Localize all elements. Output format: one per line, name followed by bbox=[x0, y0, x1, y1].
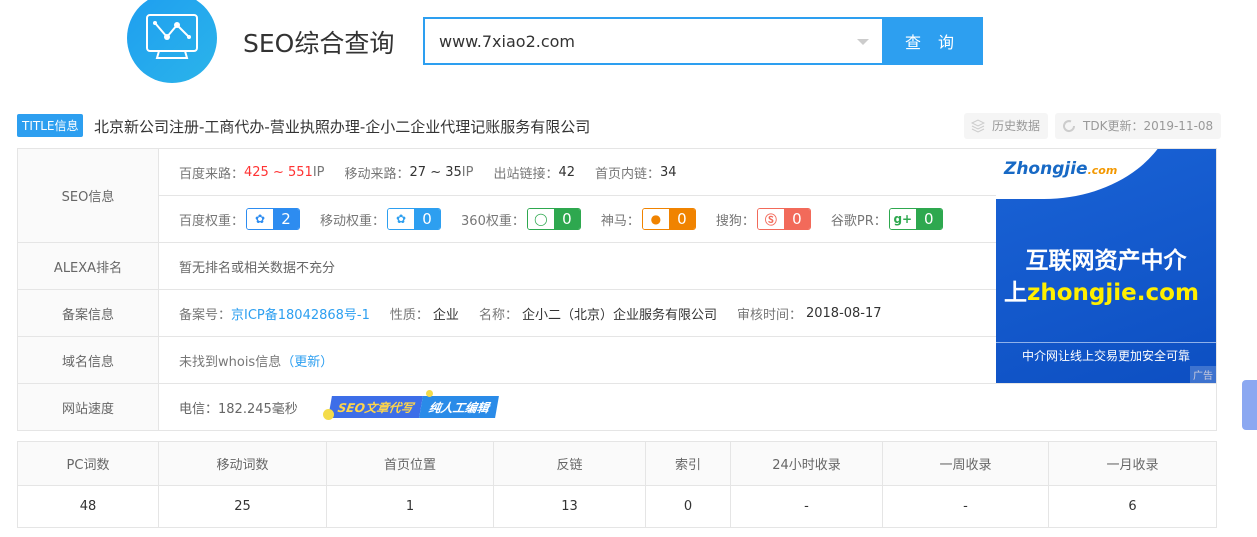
ad-tag: 广告 bbox=[1190, 366, 1216, 383]
baidu-traffic: 425 ~ 551 bbox=[244, 164, 313, 180]
alexa-value: 暂无排名或相关数据不充分 bbox=[179, 260, 336, 276]
speed-value: 电信：182.245毫秒 bbox=[179, 401, 298, 417]
refresh-icon bbox=[1063, 120, 1076, 133]
domain-label: 域名信息 bbox=[18, 337, 159, 383]
sogou-weight-badge[interactable]: Ⓢ 0 bbox=[756, 208, 811, 230]
stats-value-row: 48 25 1 13 0- -6 bbox=[17, 485, 1217, 528]
ad-slogan: 中介网让线上交易更加安全可靠 bbox=[996, 342, 1216, 364]
tdk-update-button[interactable]: TDK更新：2019-11-08 bbox=[1055, 113, 1222, 139]
history-label: 历史数据 bbox=[992, 119, 1041, 133]
search-box[interactable] bbox=[423, 17, 883, 65]
icp-row: 备案号： 京ICP备18042868号-1 性质： 企业 名称： 企小二（北京）企业服… bbox=[179, 304, 882, 323]
google-pr-badge[interactable]: g+ 0 bbox=[888, 208, 943, 230]
seo-logo-icon bbox=[127, 0, 217, 83]
promo-dot bbox=[323, 409, 334, 420]
domain-row: 未找到whois信息（更新） bbox=[179, 337, 333, 383]
whois-update-link[interactable]: 更新 bbox=[294, 351, 320, 370]
dropdown-caret-icon[interactable] bbox=[857, 39, 869, 45]
mobile-traffic: 27 ~ 35 bbox=[409, 164, 462, 180]
outbound-links: 42 bbox=[558, 164, 576, 180]
mobile-weight-badge[interactable]: ✿ 0 bbox=[387, 208, 442, 230]
stats-header-row: PC词数 移动词数 首页位置 反链 索引 24小时收录 一周收录 一月收录 bbox=[17, 441, 1217, 486]
stats-table: PC词数 移动词数 首页位置 反链 索引 24小时收录 一周收录 一月收录 48 25 1 13 0-… bbox=[17, 441, 1217, 528]
360-weight-badge[interactable]: ◯ 0 bbox=[526, 208, 581, 230]
tdk-label: TDK更新：2019-11-08 bbox=[1083, 119, 1214, 133]
floating-side-widget[interactable] bbox=[1240, 376, 1257, 436]
360-icon: ◯ bbox=[527, 209, 554, 229]
seo-writing-promo[interactable]: SEO文章代写 纯人工编辑 bbox=[328, 396, 500, 418]
history-data-button[interactable]: 历史数据 bbox=[964, 113, 1049, 139]
internal-links: 34 bbox=[660, 164, 677, 180]
ad-headline: 互联网资产中介 bbox=[1025, 248, 1187, 274]
ad-domain-line: 上zhongjie.com bbox=[1004, 280, 1199, 306]
mobile-paw-icon: ✿ bbox=[388, 209, 415, 229]
seo-label: SEO信息 bbox=[18, 149, 159, 242]
google-plus-icon: g+ bbox=[889, 209, 916, 229]
zhongjie-ad-banner[interactable]: Zhongjie.com 互联网资产中介 上zhongjie.com 中介网让线… bbox=[996, 149, 1216, 383]
page-title: SEO综合查询 bbox=[243, 29, 395, 58]
search-button[interactable]: 查 询 bbox=[882, 17, 983, 65]
promo-dot bbox=[426, 390, 433, 397]
site-title: 北京新公司注册-工商代办-营业执照办理-企小二企业代理记账服务有限公司 bbox=[94, 118, 591, 136]
speed-label: 网站速度 bbox=[18, 384, 159, 430]
layers-icon bbox=[971, 119, 985, 133]
paw-icon: ✿ bbox=[247, 209, 274, 229]
zhongjie-logo: Zhongjie.com bbox=[1004, 159, 1118, 179]
weights-row: 百度权重： ✿ 2 移动权重： ✿ 0 360权重： ◯ 0 神马： ● 0 搜狗： Ⓢ 0 谷歌P… bbox=[179, 196, 963, 242]
shenma-icon: ● bbox=[642, 209, 669, 229]
icp-label: 备案信息 bbox=[18, 290, 159, 336]
alexa-label: ALEXA排名 bbox=[18, 243, 159, 289]
traffic-row: 百度来路： 425 ~ 551 IP 移动来路： 27 ~ 35 IP 出站链接： 4… bbox=[179, 164, 677, 182]
shenma-weight-badge[interactable]: ● 0 bbox=[641, 208, 696, 230]
sogou-icon: Ⓢ bbox=[757, 209, 784, 229]
search-input[interactable] bbox=[425, 19, 845, 63]
title-badge: TITLE信息 bbox=[17, 114, 84, 137]
icp-number-link[interactable]: 京ICP备18042868号-1 bbox=[231, 304, 370, 323]
baidu-weight-badge[interactable]: ✿ 2 bbox=[246, 208, 301, 230]
